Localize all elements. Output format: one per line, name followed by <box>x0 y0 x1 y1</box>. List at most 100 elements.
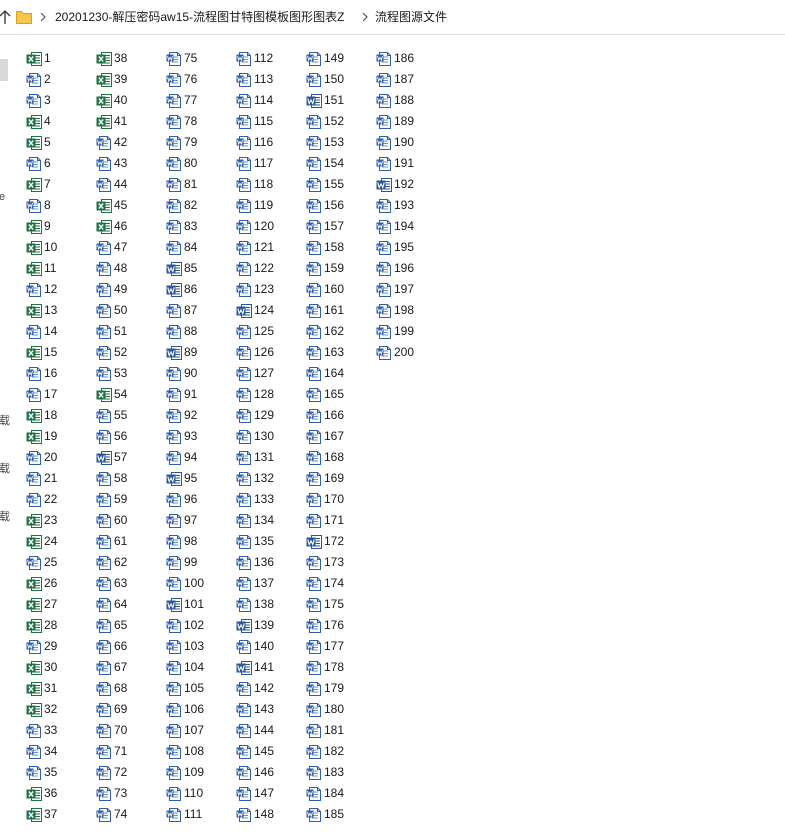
file-item[interactable]: 41 <box>96 112 162 131</box>
file-item[interactable]: 26 <box>26 574 92 593</box>
file-item[interactable]: 62 <box>96 553 162 572</box>
file-item[interactable]: 61 <box>96 532 162 551</box>
file-item[interactable]: 9 <box>26 217 92 236</box>
file-item[interactable]: 31 <box>26 679 92 698</box>
file-item[interactable]: 181 <box>306 721 372 740</box>
file-item[interactable]: 145 <box>236 742 302 761</box>
file-item[interactable]: 48 <box>96 259 162 278</box>
file-item[interactable]: 49 <box>96 280 162 299</box>
file-item[interactable]: 116 <box>236 133 302 152</box>
file-item[interactable]: 8 <box>26 196 92 215</box>
file-item[interactable]: 162 <box>306 322 372 341</box>
file-item[interactable]: 34 <box>26 742 92 761</box>
file-item[interactable]: 197 <box>376 280 442 299</box>
file-item[interactable]: 1 <box>26 49 92 68</box>
file-item[interactable]: 92 <box>166 406 232 425</box>
file-item[interactable]: 129 <box>236 406 302 425</box>
file-item[interactable]: 88 <box>166 322 232 341</box>
file-item[interactable]: 186 <box>376 49 442 68</box>
file-item[interactable]: 107 <box>166 721 232 740</box>
file-item[interactable]: 112 <box>236 49 302 68</box>
file-item[interactable]: 175 <box>306 595 372 614</box>
file-item[interactable]: 153 <box>306 133 372 152</box>
file-item[interactable]: 139 <box>236 616 302 635</box>
file-item[interactable]: 113 <box>236 70 302 89</box>
file-item[interactable]: 77 <box>166 91 232 110</box>
file-item[interactable]: 44 <box>96 175 162 194</box>
file-item[interactable]: 54 <box>96 385 162 404</box>
file-item[interactable]: 14 <box>26 322 92 341</box>
file-item[interactable]: 149 <box>306 49 372 68</box>
file-item[interactable]: 50 <box>96 301 162 320</box>
file-item[interactable]: 39 <box>96 70 162 89</box>
file-item[interactable]: 136 <box>236 553 302 572</box>
file-item[interactable]: 95 <box>166 469 232 488</box>
file-item[interactable]: 199 <box>376 322 442 341</box>
file-item[interactable]: 2 <box>26 70 92 89</box>
file-item[interactable]: 108 <box>166 742 232 761</box>
file-item[interactable]: 35 <box>26 763 92 782</box>
file-item[interactable]: 144 <box>236 721 302 740</box>
file-item[interactable]: 89 <box>166 343 232 362</box>
file-item[interactable]: 47 <box>96 238 162 257</box>
file-item[interactable]: 11 <box>26 259 92 278</box>
file-item[interactable]: 119 <box>236 196 302 215</box>
file-item[interactable]: 131 <box>236 448 302 467</box>
file-item[interactable]: 183 <box>306 763 372 782</box>
file-item[interactable]: 56 <box>96 427 162 446</box>
file-item[interactable]: 126 <box>236 343 302 362</box>
file-item[interactable]: 36 <box>26 784 92 803</box>
file-item[interactable]: 79 <box>166 133 232 152</box>
file-item[interactable]: 68 <box>96 679 162 698</box>
file-item[interactable]: 93 <box>166 427 232 446</box>
file-item[interactable]: 103 <box>166 637 232 656</box>
file-item[interactable]: 76 <box>166 70 232 89</box>
file-item[interactable]: 110 <box>166 784 232 803</box>
file-item[interactable]: 127 <box>236 364 302 383</box>
file-item[interactable]: 96 <box>166 490 232 509</box>
file-item[interactable]: 17 <box>26 385 92 404</box>
file-item[interactable]: 24 <box>26 532 92 551</box>
file-item[interactable]: 27 <box>26 595 92 614</box>
file-item[interactable]: 148 <box>236 805 302 824</box>
file-item[interactable]: 65 <box>96 616 162 635</box>
file-list[interactable]: 1 2 3 4 5 6 7 8 9 10 11 12 13 14 15 16 17 18 19 20 21 22 23 24 2… <box>0 0 785 832</box>
file-item[interactable]: 168 <box>306 448 372 467</box>
file-item[interactable]: 118 <box>236 175 302 194</box>
file-item[interactable]: 43 <box>96 154 162 173</box>
file-item[interactable]: 78 <box>166 112 232 131</box>
file-item[interactable]: 147 <box>236 784 302 803</box>
file-item[interactable]: 155 <box>306 175 372 194</box>
file-item[interactable]: 16 <box>26 364 92 383</box>
file-item[interactable]: 53 <box>96 364 162 383</box>
file-item[interactable]: 125 <box>236 322 302 341</box>
file-item[interactable]: 80 <box>166 154 232 173</box>
file-item[interactable]: 166 <box>306 406 372 425</box>
file-item[interactable]: 138 <box>236 595 302 614</box>
file-item[interactable]: 23 <box>26 511 92 530</box>
file-item[interactable]: 15 <box>26 343 92 362</box>
file-item[interactable]: 91 <box>166 385 232 404</box>
file-item[interactable]: 140 <box>236 637 302 656</box>
file-item[interactable]: 52 <box>96 343 162 362</box>
file-item[interactable]: 123 <box>236 280 302 299</box>
file-item[interactable]: 40 <box>96 91 162 110</box>
file-item[interactable]: 7 <box>26 175 92 194</box>
file-item[interactable]: 69 <box>96 700 162 719</box>
file-item[interactable]: 74 <box>96 805 162 824</box>
file-item[interactable]: 57 <box>96 448 162 467</box>
file-item[interactable]: 42 <box>96 133 162 152</box>
file-item[interactable]: 106 <box>166 700 232 719</box>
file-item[interactable]: 90 <box>166 364 232 383</box>
file-item[interactable]: 111 <box>166 805 232 824</box>
file-item[interactable]: 100 <box>166 574 232 593</box>
file-item[interactable]: 70 <box>96 721 162 740</box>
file-item[interactable]: 185 <box>306 805 372 824</box>
file-item[interactable]: 5 <box>26 133 92 152</box>
file-item[interactable]: 200 <box>376 343 442 362</box>
file-item[interactable]: 163 <box>306 343 372 362</box>
file-item[interactable]: 167 <box>306 427 372 446</box>
file-item[interactable]: 29 <box>26 637 92 656</box>
file-item[interactable]: 172 <box>306 532 372 551</box>
file-item[interactable]: 30 <box>26 658 92 677</box>
